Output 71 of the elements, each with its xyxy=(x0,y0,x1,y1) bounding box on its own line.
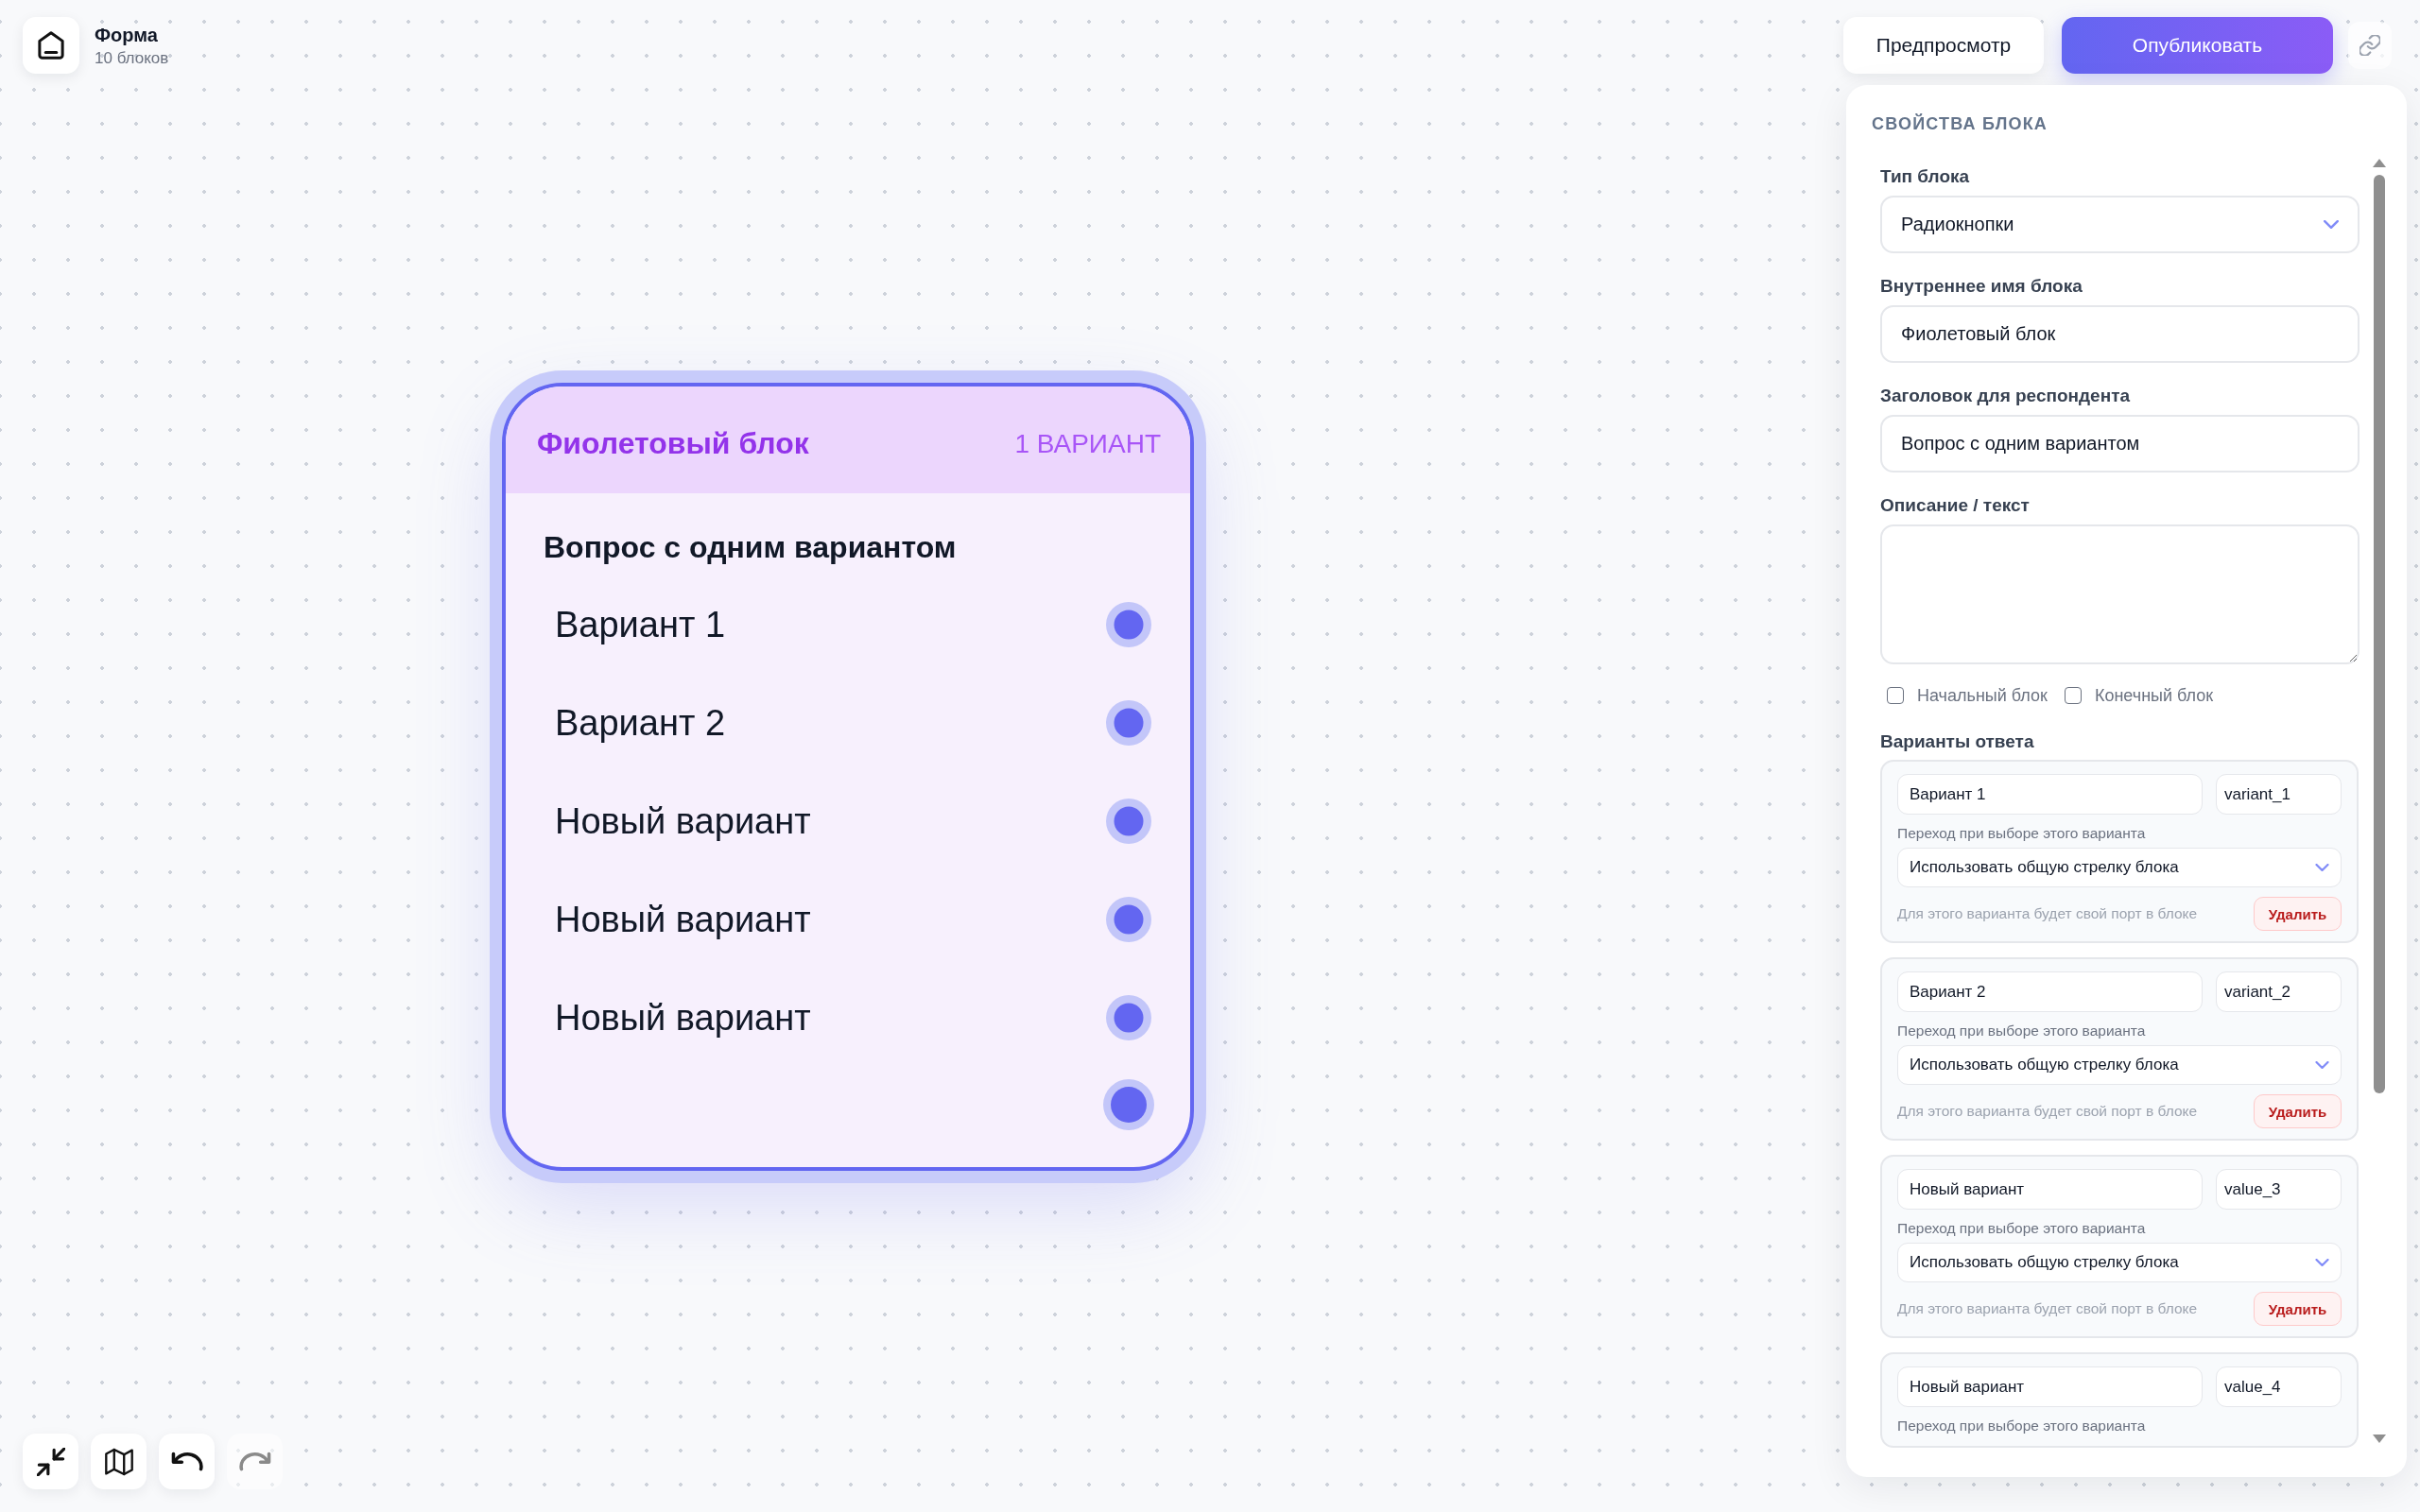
option-label: Новый вариант xyxy=(555,800,811,842)
option-value-input[interactable]: variant_1 xyxy=(2216,774,2342,815)
transition-label: Переход при выборе этого варианта xyxy=(1897,824,2146,843)
port-dot-icon[interactable] xyxy=(1106,799,1151,844)
block-count: 10 блоков xyxy=(95,48,169,68)
option-label: Вариант 1 xyxy=(555,604,726,645)
panel-title: СВОЙСТВА БЛОКА xyxy=(1872,112,2048,135)
map-icon xyxy=(104,1447,133,1476)
preview-button[interactable]: Предпросмотр xyxy=(1843,17,2044,74)
transition-select[interactable]: Использовать общую стрелку блока xyxy=(1897,848,2342,887)
delete-button[interactable]: Удалить xyxy=(2254,1292,2342,1326)
map-button[interactable] xyxy=(91,1434,147,1489)
checkbox-label: Конечный блок xyxy=(2094,685,2214,706)
field-label: Тип блока xyxy=(1880,165,1970,188)
block-title: Фиолетовый блок xyxy=(537,426,809,461)
field-label: Описание / текст xyxy=(1880,494,2030,517)
option-label-input[interactable]: Вариант 1 xyxy=(1897,774,2203,815)
port-dot-icon[interactable] xyxy=(1106,602,1151,647)
transition-label: Переход при выборе этого варианта xyxy=(1897,1417,2146,1435)
field-label: Внутреннее имя блока xyxy=(1880,275,2083,298)
option-value-input[interactable]: variant_2 xyxy=(2216,971,2342,1012)
delete-button[interactable]: Удалить xyxy=(2254,1094,2342,1128)
home-button[interactable] xyxy=(23,17,79,74)
chevron-down-icon xyxy=(2315,864,2329,871)
dropdown-select[interactable]: Радиокнопки xyxy=(1880,196,2360,253)
fit-view-button[interactable] xyxy=(23,1434,78,1489)
checkbox-label: Начальный блок xyxy=(1917,685,2048,706)
scroll-up-icon[interactable] xyxy=(2373,159,2386,167)
port-dot-icon[interactable] xyxy=(1106,897,1151,942)
chevron-down-icon xyxy=(2324,220,2339,229)
option-label-input[interactable]: Вариант 2 xyxy=(1897,971,2203,1012)
option-value-input[interactable]: value_4 xyxy=(2216,1366,2342,1407)
field-label: Заголовок для респондента xyxy=(1880,385,2131,407)
hint-text: Для этого варианта будет свой порт в блоке xyxy=(1897,1300,2198,1317)
home-icon xyxy=(38,31,64,60)
hint-text: Для этого варианта будет свой порт в блоке xyxy=(1897,1103,2198,1120)
publish-button[interactable]: Опубликовать xyxy=(2062,17,2333,74)
option-label-input[interactable]: Новый вариант xyxy=(1897,1366,2203,1407)
form-title: Форма xyxy=(95,23,158,46)
port-dot-icon[interactable] xyxy=(1106,995,1151,1040)
scroll-down-icon[interactable] xyxy=(2373,1435,2386,1443)
hint-text: Для этого варианта будет свой порт в блоке xyxy=(1897,905,2198,922)
question-text: Вопрос с одним вариантом xyxy=(544,529,958,566)
checkbox[interactable] xyxy=(2064,687,2082,704)
text-input[interactable]: Фиолетовый блок xyxy=(1880,305,2360,363)
link-button[interactable] xyxy=(2348,22,2392,69)
redo-icon xyxy=(238,1452,271,1471)
textarea-field[interactable] xyxy=(1880,524,2360,664)
chevron-down-icon xyxy=(2315,1061,2329,1069)
option-value-input[interactable]: value_3 xyxy=(2216,1169,2342,1210)
transition-label: Переход при выборе этого варианта xyxy=(1897,1022,2146,1040)
section-label: Варианты ответа xyxy=(1880,730,2034,753)
option-count: 1 ВАРИАНТ xyxy=(1014,428,1161,459)
delete-button[interactable]: Удалить xyxy=(2254,897,2342,931)
transition-label: Переход при выборе этого варианта xyxy=(1897,1219,2146,1238)
scrollbar-thumb[interactable] xyxy=(2374,175,2385,1093)
port-dot-icon[interactable] xyxy=(1106,700,1151,746)
option-label: Новый вариант xyxy=(555,899,811,940)
link-icon xyxy=(2360,35,2380,56)
text-input[interactable]: Вопрос с одним вариантом xyxy=(1880,415,2360,472)
undo-icon xyxy=(170,1452,203,1471)
minimize-arrows-icon xyxy=(36,1447,65,1476)
chevron-down-icon xyxy=(2315,1259,2329,1266)
transition-select[interactable]: Использовать общую стрелку блока xyxy=(1897,1243,2342,1282)
port-dot-icon[interactable] xyxy=(1103,1079,1154,1130)
undo-button[interactable] xyxy=(159,1434,215,1489)
transition-select[interactable]: Использовать общую стрелку блока xyxy=(1897,1045,2342,1085)
option-label: Новый вариант xyxy=(555,997,811,1039)
checkbox[interactable] xyxy=(1887,687,1904,704)
option-label-input[interactable]: Новый вариант xyxy=(1897,1169,2203,1210)
option-label: Вариант 2 xyxy=(555,702,726,744)
